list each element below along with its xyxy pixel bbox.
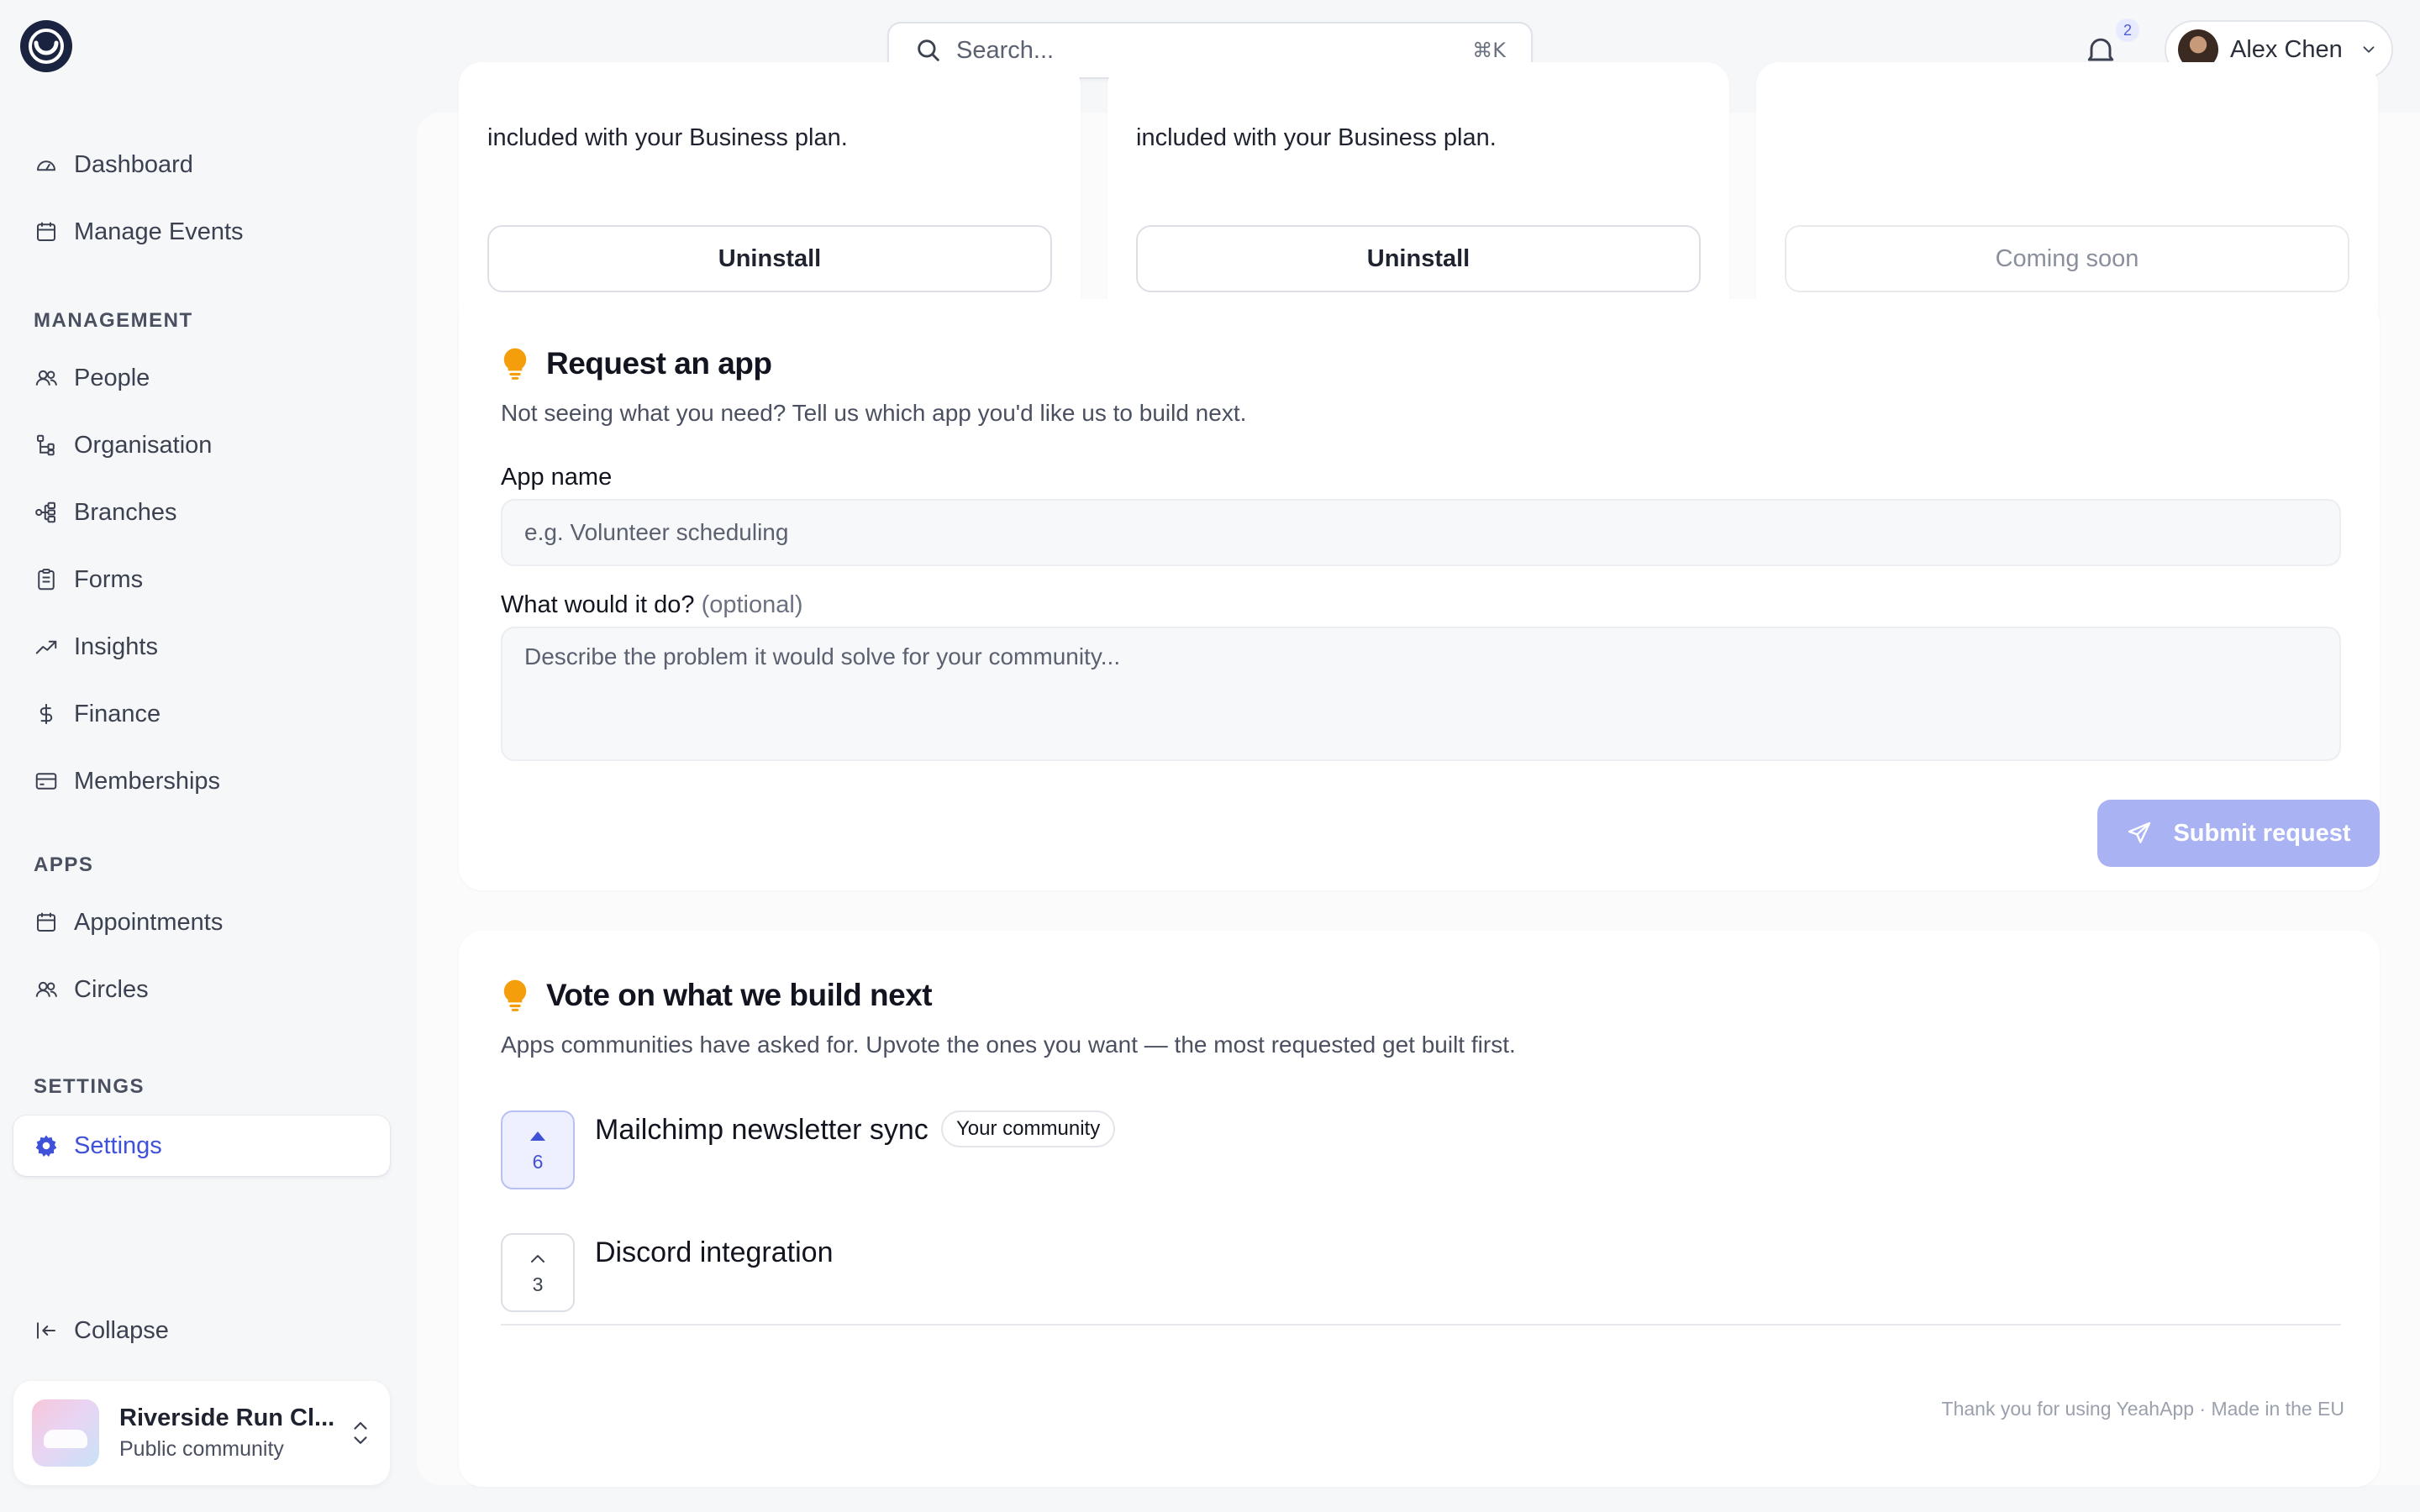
send-icon xyxy=(2128,822,2151,843)
vote-count: 3 xyxy=(532,1273,544,1295)
triangle-up-icon xyxy=(530,1131,545,1141)
request-app-title: Request an app xyxy=(501,346,772,381)
collapse-label: Collapse xyxy=(74,1316,169,1344)
chevron-down-icon xyxy=(2363,46,2375,53)
logo-icon xyxy=(29,29,64,64)
card-icon xyxy=(35,773,57,790)
vote-item-title: Discord integration xyxy=(595,1236,834,1268)
calendar-icon xyxy=(37,912,55,932)
uninstall-button[interactable]: Uninstall xyxy=(1136,225,1701,292)
sidebar-item-organisation[interactable]: Organisation xyxy=(13,415,390,475)
vote-title-text: Vote on what we build next xyxy=(546,978,933,1012)
chevron-up-icon xyxy=(531,1254,544,1263)
submit-request-button[interactable]: Submit request xyxy=(2097,800,2380,867)
upvote-button[interactable]: 6 xyxy=(501,1110,575,1189)
search-shortcut: ⌘K xyxy=(1472,39,1506,62)
coming-soon-button: Coming soon xyxy=(1785,225,2349,292)
description-placeholder: Describe the problem it would solve for … xyxy=(524,643,1121,669)
list-item: 3 Discord integration xyxy=(501,1233,2341,1314)
sidebar-item-circles[interactable]: Circles xyxy=(13,959,390,1020)
vote-item-title: Mailchimp newsletter sync xyxy=(595,1114,929,1146)
submit-request-label: Submit request xyxy=(2173,819,2351,847)
community-type: Public community xyxy=(119,1437,284,1461)
search-icon xyxy=(918,39,939,61)
sidebar-item-label: Insights xyxy=(74,633,158,660)
org-tree-icon xyxy=(37,434,55,456)
sidebar-item-dashboard[interactable]: Dashboard xyxy=(13,134,390,195)
main-content: included with your Business plan. Uninst… xyxy=(417,62,2420,1487)
section-heading-settings: SETTINGS xyxy=(34,1075,145,1098)
sidebar-item-label: Manage Events xyxy=(74,218,244,245)
sidebar-item-appointments[interactable]: Appointments xyxy=(13,892,390,953)
sidebar-item-settings[interactable]: Settings xyxy=(13,1116,390,1176)
app-card-description: included with your Business plan. xyxy=(1136,124,1497,151)
uninstall-button[interactable]: Uninstall xyxy=(487,225,1052,292)
sidebar-item-finance[interactable]: Finance xyxy=(13,684,390,744)
app-name-input[interactable]: e.g. Volunteer scheduling xyxy=(501,499,2341,566)
sidebar-item-people[interactable]: People xyxy=(13,348,390,408)
sidebar-item-insights[interactable]: Insights xyxy=(13,617,390,677)
request-app-subtitle: Not seeing what you need? Tell us which … xyxy=(501,400,1247,426)
community-name: Riverside Run Cl... xyxy=(119,1404,335,1431)
community-switcher[interactable]: Riverside Run Cl... Public community xyxy=(13,1381,390,1485)
app-card-description: included with your Business plan. xyxy=(487,124,848,151)
app-logo[interactable] xyxy=(20,20,72,72)
branches-icon xyxy=(35,501,55,523)
sidebar-item-label: Branches xyxy=(74,498,177,526)
description-label: What would it do? (optional) xyxy=(501,591,802,619)
gear-icon xyxy=(35,1135,57,1157)
community-avatar xyxy=(32,1399,99,1467)
people-icon xyxy=(35,981,57,997)
sidebar-item-label: People xyxy=(74,364,150,391)
notification-badge: 2 xyxy=(2116,18,2139,42)
section-heading-apps: APPS xyxy=(34,853,94,876)
trend-icon xyxy=(35,640,57,654)
app-name-label: App name xyxy=(501,464,613,491)
description-textarea[interactable]: Describe the problem it would solve for … xyxy=(501,627,2341,761)
vote-count: 6 xyxy=(532,1150,544,1173)
gauge-icon xyxy=(37,160,55,171)
lightbulb-icon xyxy=(503,348,527,380)
footer-note: Thank you for using YeahApp · Made in th… xyxy=(1941,1398,2344,1420)
community-badge: Your community xyxy=(941,1110,1116,1147)
sidebar-item-label: Memberships xyxy=(74,767,221,795)
sidebar-item-label: Organisation xyxy=(74,431,213,459)
sidebar-item-label: Dashboard xyxy=(74,150,193,178)
people-icon xyxy=(35,370,57,386)
sidebar-item-branches[interactable]: Branches xyxy=(13,482,390,543)
list-item: 6 Mailchimp newsletter sync Your communi… xyxy=(501,1110,2341,1191)
sidebar-item-manage-events[interactable]: Manage Events xyxy=(13,202,390,262)
description-label-text: What would it do? xyxy=(501,591,695,618)
sidebar-item-forms[interactable]: Forms xyxy=(13,549,390,610)
sidebar-item-label: Finance xyxy=(74,700,161,727)
search-placeholder[interactable]: Search... xyxy=(956,37,1472,65)
sidebar-item-label: Circles xyxy=(74,975,149,1003)
app-name-placeholder: e.g. Volunteer scheduling xyxy=(524,519,789,545)
sidebar: Dashboard Manage Events MANAGEMENT Peopl… xyxy=(0,99,415,1512)
user-name: Alex Chen xyxy=(2230,35,2343,63)
optional-hint: (optional) xyxy=(701,591,803,618)
vote-title: Vote on what we build next xyxy=(501,978,933,1013)
upvote-button[interactable]: 3 xyxy=(501,1233,575,1312)
divider xyxy=(501,1324,2341,1326)
section-heading-management: MANAGEMENT xyxy=(34,309,193,332)
sidebar-item-memberships[interactable]: Memberships xyxy=(13,751,390,811)
request-app-card: Request an app Not seeing what you need?… xyxy=(459,299,2380,890)
calendar-icon xyxy=(37,222,55,241)
sidebar-item-label: Appointments xyxy=(74,908,224,936)
dollar-icon xyxy=(39,704,53,724)
chevron-up-down-icon xyxy=(354,1422,367,1444)
sidebar-item-label: Forms xyxy=(74,565,144,593)
request-app-title-text: Request an app xyxy=(546,346,772,381)
vote-subtitle: Apps communities have asked for. Upvote … xyxy=(501,1032,1516,1058)
collapse-icon xyxy=(37,1322,55,1339)
sidebar-item-label: Settings xyxy=(74,1131,162,1159)
clipboard-icon xyxy=(38,569,55,591)
lightbulb-icon xyxy=(503,979,527,1011)
collapse-button[interactable]: Collapse xyxy=(13,1300,390,1361)
